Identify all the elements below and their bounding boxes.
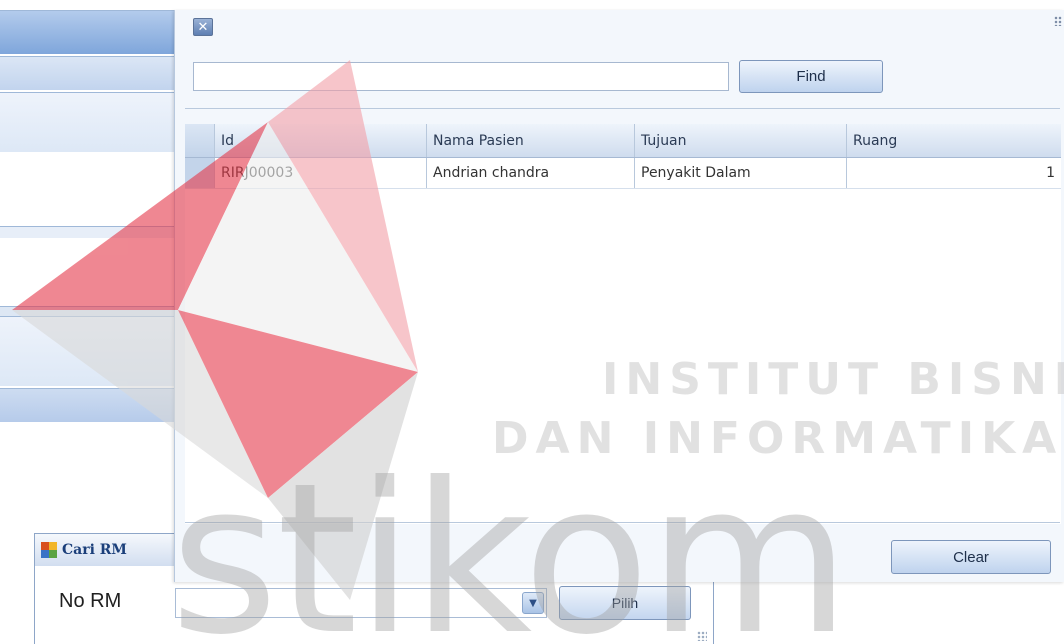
cell-id[interactable]: RIRJ00003 xyxy=(215,158,427,188)
background-band xyxy=(0,306,175,316)
column-header-id[interactable]: Id xyxy=(215,124,427,157)
no-rm-label: No RM xyxy=(59,590,122,612)
pilih-button[interactable]: Pilih xyxy=(559,586,691,620)
grid-header: Id Nama Pasien Tujuan Ruang xyxy=(185,124,1061,158)
chevron-down-icon[interactable]: ▼ xyxy=(522,592,544,614)
background-band xyxy=(0,316,175,386)
table-row[interactable]: RIRJ00003 Andrian chandra Penyakit Dalam… xyxy=(185,158,1061,189)
resize-grip-icon[interactable] xyxy=(697,631,707,641)
background-band xyxy=(0,92,175,152)
cell-ruang[interactable]: 1 xyxy=(847,158,1061,188)
column-header-tujuan[interactable]: Tujuan xyxy=(635,124,847,157)
results-grid: Id Nama Pasien Tujuan Ruang RIRJ00003 An… xyxy=(185,124,1061,524)
divider xyxy=(185,108,1060,109)
cell-tujuan[interactable]: Penyakit Dalam xyxy=(635,158,847,188)
cari-rm-title-bar[interactable]: Cari RM xyxy=(35,534,185,566)
search-input[interactable] xyxy=(193,62,729,91)
app-icon xyxy=(41,542,57,558)
row-selector-header[interactable] xyxy=(185,124,215,157)
resize-grip-icon[interactable] xyxy=(1054,16,1062,26)
divider xyxy=(185,522,1060,523)
clear-button[interactable]: Clear xyxy=(891,540,1051,574)
background-band xyxy=(0,56,175,90)
lookup-popup: ✕ Find Id Nama Pasien Tujuan Ruang RIRJ0… xyxy=(174,10,1064,582)
background-band xyxy=(0,388,175,422)
find-button[interactable]: Find xyxy=(739,60,883,93)
cari-rm-title: Cari RM xyxy=(62,542,127,558)
cell-nama-pasien[interactable]: Andrian chandra xyxy=(427,158,635,188)
column-header-ruang[interactable]: Ruang xyxy=(847,124,1061,157)
background-band xyxy=(0,226,175,238)
column-header-nama-pasien[interactable]: Nama Pasien xyxy=(427,124,635,157)
no-rm-combo[interactable]: ▼ xyxy=(175,588,547,618)
background-header-band xyxy=(0,10,175,54)
close-icon[interactable]: ✕ xyxy=(193,18,213,36)
row-selector[interactable] xyxy=(185,158,215,188)
